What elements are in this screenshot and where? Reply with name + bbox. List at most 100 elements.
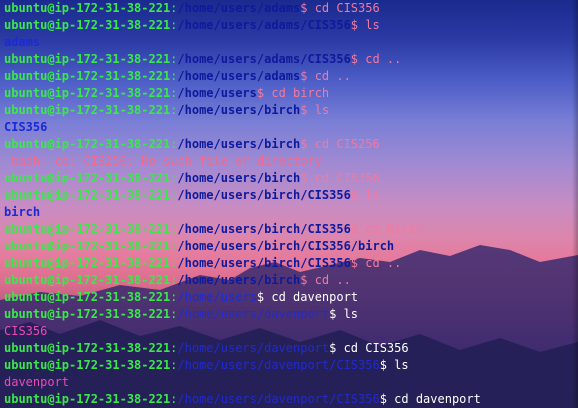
prompt-user-host: ubuntu@ip-172-31-38-221 bbox=[4, 86, 171, 100]
command-text: cd .. bbox=[314, 273, 351, 287]
command-text: cd CIS256 bbox=[314, 137, 380, 151]
command-text: cd .. bbox=[314, 69, 351, 83]
command-text: cd .. bbox=[408, 239, 445, 253]
terminal-line: ubuntu@ip-172-31-38-221:/home/users/birc… bbox=[4, 255, 578, 272]
terminal-line: ubuntu@ip-172-31-38-221:/home/users/birc… bbox=[4, 170, 578, 187]
prompt-path: /home/users/adams/CIS356 bbox=[177, 52, 351, 66]
terminal-line: ubuntu@ip-172-31-38-221:/home/users/birc… bbox=[4, 187, 578, 204]
command-output: CIS356 bbox=[4, 120, 48, 134]
command-output: adams bbox=[4, 35, 41, 49]
command-text: cd .. bbox=[365, 52, 402, 66]
prompt-user-host: ubuntu@ip-172-31-38-221 bbox=[4, 358, 171, 372]
command-text: cd birch bbox=[365, 222, 424, 236]
command-output: CIS356 bbox=[4, 324, 48, 338]
command-output: birch bbox=[4, 205, 41, 219]
command-text: cd birch bbox=[271, 86, 330, 100]
prompt-path: /home/users/birch bbox=[177, 273, 301, 287]
prompt-symbol: $ bbox=[300, 69, 315, 83]
prompt-symbol: $ bbox=[300, 273, 315, 287]
terminal-line: ubuntu@ip-172-31-38-221:/home/users/adam… bbox=[4, 0, 578, 17]
terminal-line: davenport bbox=[4, 374, 578, 391]
prompt-symbol: $ bbox=[350, 188, 366, 202]
prompt-user-host: ubuntu@ip-172-31-38-221 bbox=[4, 392, 171, 406]
terminal-line: ubuntu@ip-172-31-38-221:/home/users$ cd … bbox=[4, 289, 578, 306]
terminal-line: birch bbox=[4, 204, 578, 221]
prompt-path: /home/users/adams bbox=[177, 1, 301, 15]
terminal-line: ubuntu@ip-172-31-38-221:/home/users/birc… bbox=[4, 136, 578, 153]
prompt-symbol: $ bbox=[329, 341, 344, 355]
prompt-user-host: ubuntu@ip-172-31-38-221 bbox=[4, 307, 171, 321]
command-text: ls bbox=[314, 103, 330, 117]
prompt-symbol: $ bbox=[350, 256, 366, 270]
command-text: cd davenport bbox=[394, 392, 481, 406]
terminal-line: CIS356 bbox=[4, 323, 578, 340]
prompt-symbol: $ bbox=[350, 52, 366, 66]
prompt-user-host: ubuntu@ip-172-31-38-221 bbox=[4, 18, 171, 32]
command-text: ls bbox=[394, 358, 409, 372]
prompt-symbol: $ bbox=[300, 137, 315, 151]
command-text: ls bbox=[343, 307, 359, 321]
prompt-path: /home/users/birch/CIS356 bbox=[177, 256, 351, 270]
prompt-path: /home/users/birch bbox=[177, 171, 301, 185]
prompt-symbol: $ bbox=[379, 358, 395, 372]
prompt-path: /home/users/birch/CIS356 bbox=[177, 188, 351, 202]
prompt-path: /home/users bbox=[177, 86, 257, 100]
terminal-line: ubuntu@ip-172-31-38-221:/home/users$ cd … bbox=[4, 85, 578, 102]
terminal-line: ubuntu@ip-172-31-38-221:/home/users/adam… bbox=[4, 51, 578, 68]
prompt-path: /home/users bbox=[177, 290, 257, 304]
prompt-user-host: ubuntu@ip-172-31-38-221 bbox=[4, 273, 171, 287]
terminal-window[interactable]: ubuntu@ip-172-31-38-221:/home/users/adam… bbox=[0, 0, 578, 408]
prompt-path: /home/users/davenport/CIS356 bbox=[177, 358, 380, 372]
terminal-line: ubuntu@ip-172-31-38-221:/home/users/birc… bbox=[4, 238, 578, 255]
prompt-path: /home/users/adams/CIS356 bbox=[177, 18, 351, 32]
prompt-user-host: ubuntu@ip-172-31-38-221 bbox=[4, 1, 171, 15]
command-output: davenport bbox=[4, 375, 70, 389]
command-text: cd CIS356 bbox=[343, 341, 409, 355]
prompt-user-host: ubuntu@ip-172-31-38-221 bbox=[4, 256, 171, 270]
prompt-symbol: $ bbox=[350, 18, 366, 32]
terminal-line: -bash: cd: CIS256: No such file or direc… bbox=[4, 153, 578, 170]
prompt-symbol: $ bbox=[394, 239, 409, 253]
prompt-symbol: $ bbox=[256, 290, 272, 304]
terminal-line: ubuntu@ip-172-31-38-221:/home/users/dave… bbox=[4, 340, 578, 357]
terminal-line: adams bbox=[4, 34, 578, 51]
prompt-symbol: $ bbox=[300, 171, 315, 185]
command-text: cd davenport bbox=[271, 290, 359, 304]
terminal-line: ubuntu@ip-172-31-38-221:/home/users/adam… bbox=[4, 17, 578, 34]
prompt-path: /home/users/davenport bbox=[177, 341, 330, 355]
prompt-symbol: $ bbox=[329, 307, 344, 321]
prompt-user-host: ubuntu@ip-172-31-38-221 bbox=[4, 188, 171, 202]
prompt-user-host: ubuntu@ip-172-31-38-221 bbox=[4, 171, 171, 185]
prompt-user-host: ubuntu@ip-172-31-38-221 bbox=[4, 69, 171, 83]
command-text: cd .. bbox=[365, 256, 402, 270]
command-text: cd CIS356 bbox=[314, 171, 380, 185]
terminal-line: CIS356 bbox=[4, 119, 578, 136]
command-text: ls bbox=[365, 188, 380, 202]
terminal-line: ubuntu@ip-172-31-38-221:/home/users/dave… bbox=[4, 306, 578, 323]
terminal-line: ubuntu@ip-172-31-38-221:/home/users/birc… bbox=[4, 221, 578, 238]
prompt-user-host: ubuntu@ip-172-31-38-221 bbox=[4, 290, 171, 304]
prompt-path: /home/users/davenport bbox=[177, 307, 330, 321]
prompt-symbol: $ bbox=[350, 222, 366, 236]
prompt-user-host: ubuntu@ip-172-31-38-221 bbox=[4, 137, 171, 151]
prompt-user-host: ubuntu@ip-172-31-38-221 bbox=[4, 222, 171, 236]
prompt-path: /home/users/davenport/CIS356 bbox=[177, 392, 380, 406]
prompt-path: /home/users/adams bbox=[177, 69, 301, 83]
prompt-symbol: $ bbox=[300, 103, 315, 117]
terminal-line: ubuntu@ip-172-31-38-221:/home/users/birc… bbox=[4, 272, 578, 289]
terminal-line: ubuntu@ip-172-31-38-221:/home/users/dave… bbox=[4, 391, 578, 408]
prompt-path: /home/users/birch/CIS356 bbox=[177, 222, 351, 236]
prompt-user-host: ubuntu@ip-172-31-38-221 bbox=[4, 239, 171, 253]
terminal-line: ubuntu@ip-172-31-38-221:/home/users/dave… bbox=[4, 357, 578, 374]
prompt-path: /home/users/birch bbox=[177, 137, 301, 151]
prompt-path: /home/users/birch bbox=[177, 103, 301, 117]
prompt-symbol: $ bbox=[300, 1, 315, 15]
terminal-line: ubuntu@ip-172-31-38-221:/home/users/birc… bbox=[4, 102, 578, 119]
prompt-path: /home/users/birch/CIS356/birch bbox=[177, 239, 395, 253]
terminal-line: ubuntu@ip-172-31-38-221:/home/users/adam… bbox=[4, 68, 578, 85]
prompt-symbol: $ bbox=[379, 392, 395, 406]
command-text: cd CIS356 bbox=[314, 1, 380, 15]
window-edge bbox=[572, 0, 578, 408]
command-text: ls bbox=[365, 18, 380, 32]
prompt-symbol: $ bbox=[256, 86, 272, 100]
